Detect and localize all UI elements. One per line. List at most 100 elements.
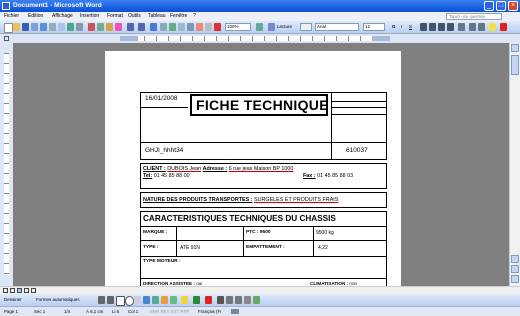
cut-icon[interactable]: [88, 23, 95, 31]
style-select[interactable]: [300, 23, 312, 31]
horizontal-scrollbar[interactable]: [0, 286, 520, 294]
vertical-scrollbar[interactable]: [509, 43, 520, 286]
minimize-button[interactable]: _: [484, 1, 494, 11]
menu-format[interactable]: Format: [107, 13, 123, 20]
save-icon[interactable]: [22, 23, 29, 31]
font-color-icon[interactable]: [500, 23, 507, 31]
bullets-icon[interactable]: [478, 23, 485, 31]
draw-font-color-icon[interactable]: [205, 296, 212, 304]
wordart-icon[interactable]: [143, 296, 150, 304]
browse-object-icon[interactable]: [511, 265, 519, 273]
question-input[interactable]: Tapez une question: [446, 13, 502, 20]
reading-view-icon[interactable]: [31, 288, 36, 293]
font-select[interactable]: Arial: [315, 23, 359, 31]
autoshapes-menu[interactable]: Formes automatiques: [36, 297, 80, 303]
new-document-icon[interactable]: [4, 23, 13, 33]
maximize-button[interactable]: □: [496, 1, 506, 11]
document-map-icon[interactable]: [205, 23, 212, 31]
permission-icon[interactable]: [31, 23, 38, 31]
menu-edition[interactable]: Edition: [28, 13, 43, 20]
horizontal-ruler[interactable]: [120, 36, 390, 41]
bold-button[interactable]: G: [392, 24, 396, 30]
underline-button[interactable]: S: [409, 24, 412, 30]
arrow-style-icon[interactable]: [235, 296, 242, 304]
textbox-tool-icon[interactable]: [134, 296, 141, 304]
menu-insertion[interactable]: Insertion: [80, 13, 99, 20]
preview-icon[interactable]: [58, 23, 65, 31]
arrow-tool-icon[interactable]: [107, 296, 114, 304]
next-page-arrow[interactable]: [511, 275, 519, 283]
print-view-icon[interactable]: [17, 288, 22, 293]
print-icon[interactable]: [49, 23, 56, 31]
tab-selector[interactable]: [4, 36, 9, 41]
header-line-3: [331, 114, 387, 115]
paste-icon[interactable]: [106, 23, 113, 31]
read-icon[interactable]: [268, 23, 275, 31]
email-icon[interactable]: [40, 23, 47, 31]
outline-view-icon[interactable]: [24, 288, 29, 293]
chassis-row-3: [140, 256, 387, 257]
read-button[interactable]: Lecture: [277, 24, 292, 30]
status-bar: Page 1 Sec 1 1/4 À 6,1 cm Li 6 Col 1 ENR…: [0, 306, 520, 316]
menu-outils[interactable]: Outils: [128, 13, 141, 20]
oval-tool-icon[interactable]: [125, 296, 134, 306]
window-title: Document1 - Microsoft Word: [13, 2, 102, 9]
dash-style-icon[interactable]: [226, 296, 233, 304]
zoom-select[interactable]: 100%: [225, 23, 251, 31]
copy-icon[interactable]: [97, 23, 104, 31]
emp-label: EMPATTEMENT :: [246, 245, 285, 250]
menu-affichage[interactable]: Affichage: [52, 13, 73, 20]
chassis-col-3: [313, 226, 314, 256]
picture-icon[interactable]: [170, 296, 177, 304]
menu-tableau[interactable]: Tableau: [148, 13, 166, 20]
undo-icon[interactable]: [127, 23, 134, 31]
insert-table-icon[interactable]: [169, 23, 176, 31]
line-spacing-icon[interactable]: [458, 23, 465, 31]
rectangle-tool-icon[interactable]: [116, 296, 125, 306]
scroll-up-arrow[interactable]: [511, 44, 519, 52]
tables-borders-icon[interactable]: [160, 23, 167, 31]
columns-icon[interactable]: [187, 23, 194, 31]
line-color-icon[interactable]: [193, 296, 200, 304]
numbering-icon[interactable]: [469, 23, 476, 31]
normal-view-icon[interactable]: [3, 288, 8, 293]
line-tool-icon[interactable]: [98, 296, 105, 304]
hyperlink-icon[interactable]: [150, 23, 157, 31]
ptc-value: 9500 kg: [316, 230, 334, 236]
doc-title: FICHE TECHNIQUE: [196, 97, 329, 113]
prev-page-arrow[interactable]: [511, 255, 519, 263]
fill-color-icon[interactable]: [181, 296, 188, 304]
vertical-ruler[interactable]: [4, 53, 9, 275]
italic-button[interactable]: I: [401, 24, 402, 30]
align-right-icon[interactable]: [438, 23, 445, 31]
align-left-icon[interactable]: [420, 23, 427, 31]
spelling-icon[interactable]: [67, 23, 74, 31]
show-hide-icon[interactable]: [214, 23, 221, 31]
shadow-icon[interactable]: [244, 296, 251, 304]
tel-label: Tel:: [143, 173, 153, 179]
spell-check-icon[interactable]: [231, 309, 239, 314]
close-button[interactable]: ×: [508, 1, 518, 11]
justify-icon[interactable]: [447, 23, 454, 31]
menu-fichier[interactable]: Fichier: [4, 13, 19, 20]
3d-icon[interactable]: [253, 296, 260, 304]
scroll-thumb[interactable]: [511, 55, 519, 75]
nature-label: NATURE DES PRODUITS TRANSPORTES :: [143, 197, 253, 203]
clipart-icon[interactable]: [161, 296, 168, 304]
format-painter-icon[interactable]: [115, 23, 122, 31]
research-icon[interactable]: [76, 23, 83, 31]
diagram-icon[interactable]: [152, 296, 159, 304]
open-folder-icon[interactable]: [13, 23, 20, 31]
line-style-icon[interactable]: [217, 296, 224, 304]
align-center-icon[interactable]: [429, 23, 436, 31]
draw-menu[interactable]: Dessiner: [4, 297, 22, 303]
insert-excel-icon[interactable]: [178, 23, 185, 31]
highlight-icon[interactable]: [489, 23, 496, 31]
font-size-select[interactable]: 12: [363, 23, 385, 31]
menu-fenetre[interactable]: Fenêtre: [170, 13, 187, 20]
web-view-icon[interactable]: [10, 288, 15, 293]
redo-icon[interactable]: [138, 23, 145, 31]
help-icon[interactable]: [256, 23, 263, 31]
drawing-icon[interactable]: [196, 23, 203, 31]
menu-help[interactable]: ?: [193, 13, 196, 20]
